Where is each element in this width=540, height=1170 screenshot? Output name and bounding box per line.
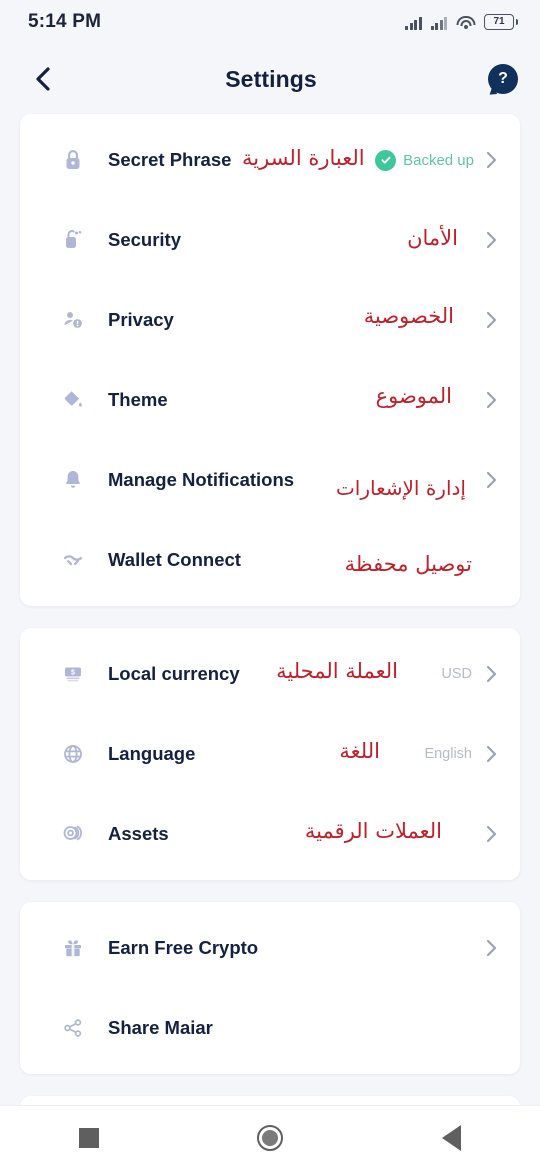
settings-row-translation: العملات الرقمية <box>304 819 442 843</box>
settings-row-security[interactable]: Security الأمان <box>20 200 520 280</box>
chevron-right-icon <box>486 470 498 490</box>
battery-level: 71 <box>493 16 505 27</box>
help-label: ? <box>498 70 508 87</box>
settings-row-translation: توصيل محفظة <box>344 552 472 576</box>
chevron-left-icon <box>36 67 50 91</box>
settings-row-manage-notifications[interactable]: Manage Notifications إدارة الإشعارات <box>20 440 520 520</box>
settings-row-label: Share Maiar <box>108 1017 213 1038</box>
chevron-right-icon <box>486 744 498 764</box>
android-nav-bar <box>0 1105 540 1170</box>
share-icon <box>56 1017 90 1039</box>
bell-icon <box>56 468 90 492</box>
battery-icon: 71 <box>484 14 518 30</box>
signal-bars-icon <box>405 15 422 30</box>
settings-row-value: USD <box>441 666 472 682</box>
settings-row-translation: الموضوع <box>375 384 452 408</box>
fingerprint-icon <box>56 228 90 252</box>
help-chat-bubble-icon[interactable]: ? <box>488 64 518 97</box>
settings-row-label: Language <box>108 743 196 764</box>
globe-icon <box>56 743 90 765</box>
settings-row-label: Assets <box>108 823 169 844</box>
status-badge: Backed up <box>375 149 474 171</box>
signal-bars-secondary-icon <box>430 15 447 30</box>
settings-row-label: Theme <box>108 389 168 410</box>
settings-row-value: English <box>424 746 472 762</box>
circle-home-icon[interactable] <box>257 1125 284 1151</box>
settings-row-theme[interactable]: Theme الموضوع <box>20 360 520 440</box>
privacy-person-icon <box>56 308 90 332</box>
settings-row-language[interactable]: Language اللغة English <box>20 714 520 794</box>
coins-icon <box>56 822 90 846</box>
settings-row-translation: إدارة الإشعارات <box>335 476 466 500</box>
chevron-right-icon <box>486 390 498 410</box>
settings-row-label: Manage Notifications <box>108 469 295 490</box>
settings-row-privacy[interactable]: Privacy الخصوصية <box>20 280 520 360</box>
settings-row-label: Earn Free Crypto <box>108 937 259 958</box>
settings-row-label: Secret Phrase <box>108 149 232 170</box>
settings-row-label: Local currency <box>108 663 240 684</box>
page-title: Settings <box>225 65 317 92</box>
settings-row-translation: اللغة <box>339 739 380 763</box>
triangle-back-icon[interactable] <box>441 1125 461 1151</box>
status-bar: 5:14 PM 71 <box>0 0 540 44</box>
chevron-right-icon <box>486 824 498 844</box>
settings-row-translation: العبارة السرية <box>242 146 365 170</box>
settings-row-wallet-connect[interactable]: Wallet Connect توصيل محفظة <box>20 520 520 600</box>
settings-row-local-currency[interactable]: $ Local currency العملة المحلية USD <box>20 634 520 714</box>
chevron-right-icon <box>486 938 498 958</box>
settings-row-share-maiar[interactable]: Share Maiar <box>20 988 520 1068</box>
status-icons: 71 <box>405 14 518 30</box>
settings-row-earn-free-crypto[interactable]: Earn Free Crypto <box>20 908 520 988</box>
lock-icon <box>56 148 90 172</box>
settings-screen: 5:14 PM 71 Settings ? Secret Phrase العب… <box>0 0 540 1170</box>
settings-row-translation: العملة المحلية <box>276 659 398 683</box>
status-badge-label: Backed up <box>403 151 474 169</box>
settings-row-secret-phrase[interactable]: Secret Phrase العبارة السرية Backed up <box>20 120 520 200</box>
settings-card-extras: Earn Free Crypto Share Maiar <box>20 902 520 1074</box>
gift-icon <box>56 937 90 959</box>
settings-card-security: Secret Phrase العبارة السرية Backed up S… <box>20 114 520 606</box>
chevron-right-icon <box>486 150 498 170</box>
wallet-connect-icon <box>56 548 90 572</box>
settings-row-translation: الأمان <box>407 226 458 250</box>
settings-row-label: Security <box>108 229 182 250</box>
settings-row-translation: الخصوصية <box>363 304 454 328</box>
settings-row-label: Privacy <box>108 309 174 330</box>
paint-bucket-icon <box>56 388 90 412</box>
check-circle-icon <box>375 149 397 171</box>
svg-text:$: $ <box>71 670 75 677</box>
chevron-right-icon <box>486 664 498 684</box>
banknote-icon: $ <box>56 663 90 685</box>
settings-row-label: Wallet Connect <box>108 549 241 570</box>
wifi-icon <box>456 15 475 30</box>
square-recents-icon[interactable] <box>79 1128 100 1148</box>
chevron-right-icon <box>486 230 498 250</box>
settings-row-assets[interactable]: Assets العملات الرقمية <box>20 794 520 874</box>
status-time: 5:14 PM <box>28 11 102 32</box>
settings-card-preferences: $ Local currency العملة المحلية USD Lang… <box>20 628 520 880</box>
chevron-right-icon <box>486 310 498 330</box>
app-header: Settings ? <box>0 44 540 114</box>
